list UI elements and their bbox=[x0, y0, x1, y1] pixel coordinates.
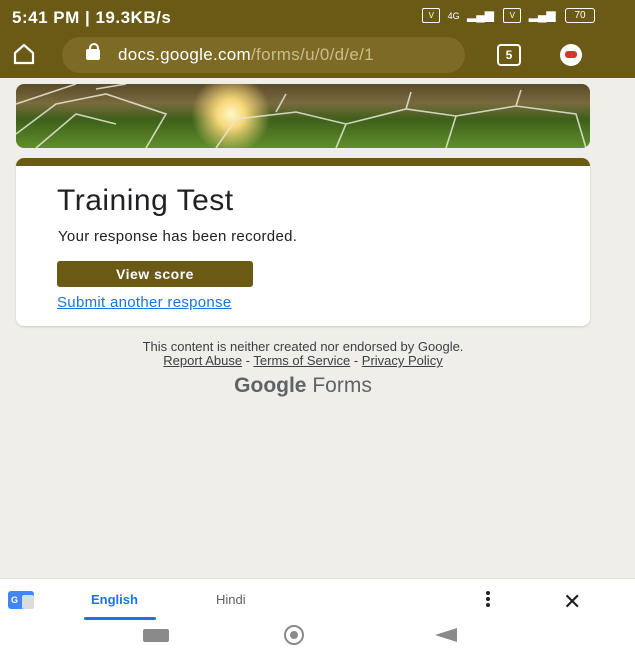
url-host: docs.google.com bbox=[118, 45, 252, 64]
separator-2: - bbox=[350, 353, 362, 368]
report-abuse-link[interactable]: Report Abuse bbox=[163, 353, 242, 368]
url-path: /forms/u/0/d/e/1 bbox=[251, 45, 374, 64]
browser-toolbar: docs.google.com/forms/u/0/d/e/1 5 bbox=[0, 32, 635, 78]
form-title: Training Test bbox=[57, 184, 234, 217]
system-nav-bar bbox=[0, 620, 635, 650]
header-banner-image bbox=[16, 84, 590, 148]
close-icon[interactable]: ✕ bbox=[563, 589, 581, 615]
submit-another-link[interactable]: Submit another response bbox=[57, 294, 232, 311]
response-card: Training Test Your response has been rec… bbox=[16, 158, 590, 326]
home-button-icon[interactable] bbox=[284, 625, 304, 645]
google-translate-icon[interactable]: G bbox=[8, 591, 34, 609]
disclaimer-text: This content is neither created nor endo… bbox=[142, 339, 464, 354]
translate-bar: G English Hindi ✕ bbox=[0, 578, 635, 621]
recent-apps-icon[interactable] bbox=[143, 629, 169, 642]
signal-icon-2: ▂▄▆ bbox=[528, 8, 556, 22]
privacy-link[interactable]: Privacy Policy bbox=[362, 353, 443, 368]
tab-switcher-button[interactable]: 5 bbox=[497, 44, 521, 66]
more-options-icon[interactable] bbox=[485, 591, 491, 611]
view-score-button[interactable]: View score bbox=[57, 261, 253, 287]
volte-icon: V bbox=[422, 8, 441, 24]
signal-icon: ▂▄▆ bbox=[467, 8, 494, 22]
goal-net-graphic bbox=[16, 84, 587, 148]
back-icon[interactable] bbox=[435, 628, 457, 642]
url-text: docs.google.com/forms/u/0/d/e/1 bbox=[118, 45, 374, 65]
terms-link[interactable]: Terms of Service bbox=[253, 353, 350, 368]
language-tab-english[interactable]: English bbox=[91, 592, 138, 607]
status-icons: V 4G ▂▄▆ V ▂▄▆ 70 bbox=[422, 8, 595, 24]
language-tab-hindi[interactable]: Hindi bbox=[216, 592, 246, 607]
google-forms-logo[interactable]: Google Forms bbox=[0, 374, 606, 398]
footer-links: Report Abuse - Terms of Service - Privac… bbox=[0, 353, 606, 368]
battery-icon: 70 bbox=[565, 8, 595, 24]
address-bar[interactable]: docs.google.com/forms/u/0/d/e/1 bbox=[62, 37, 465, 73]
lock-icon bbox=[86, 43, 100, 60]
home-icon[interactable] bbox=[12, 42, 36, 66]
status-bar: 5:41 PM | 19.3KB/s V 4G ▂▄▆ V ▂▄▆ 70 bbox=[0, 0, 635, 32]
network-type: 4G bbox=[447, 11, 460, 21]
status-time: 5:41 PM | 19.3KB/s bbox=[12, 8, 172, 27]
logo-google: Google bbox=[234, 374, 307, 397]
account-icon[interactable] bbox=[560, 44, 582, 66]
page-content: Training Test Your response has been rec… bbox=[0, 78, 635, 578]
confirmation-message: Your response has been recorded. bbox=[58, 228, 298, 245]
volte-icon-2: V bbox=[503, 8, 522, 24]
separator: - bbox=[242, 353, 254, 368]
logo-forms: Forms bbox=[312, 374, 372, 397]
card-accent-bar bbox=[16, 158, 590, 166]
